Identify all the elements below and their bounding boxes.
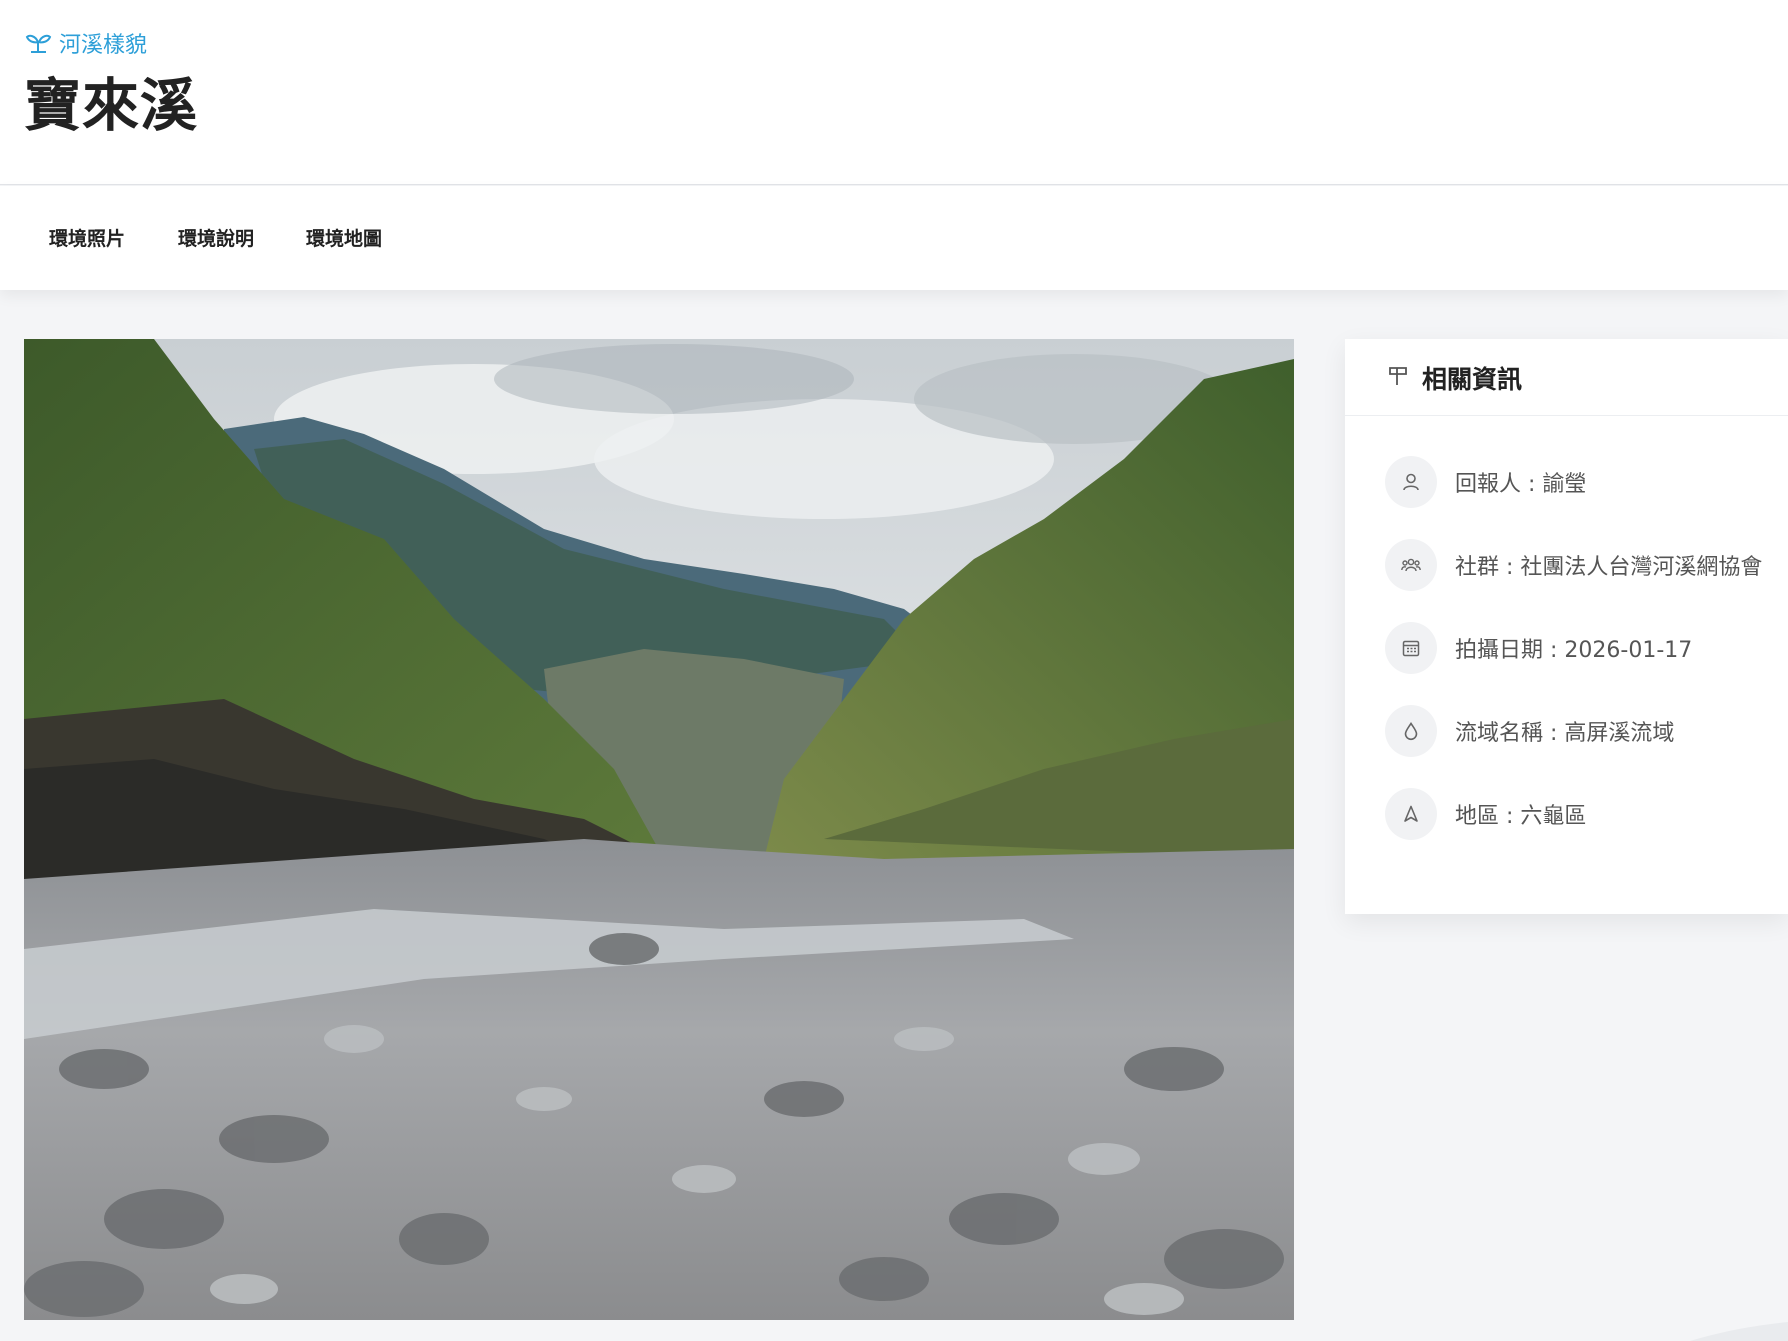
reporter-text: 回報人 : 諭瑩 (1455, 472, 1587, 497)
page-title: 寶來溪 (24, 73, 198, 139)
region-text: 地區 : 六龜區 (1455, 804, 1587, 829)
calendar-icon (1402, 640, 1420, 657)
community-text: 社群 : 社團法人台灣河溪網協會 (1455, 555, 1763, 580)
group-icon (1401, 558, 1421, 572)
region-row: 地區 : 六龜區 (1385, 788, 1586, 840)
info-panel-title: 相關資訊 (1422, 365, 1523, 394)
info-panel-header: 相關資訊 (1345, 339, 1788, 416)
river-photo (24, 339, 1294, 1320)
date-text: 拍攝日期 : 2026-01-17 (1455, 638, 1693, 663)
tab-photos[interactable]: 環境照片 (49, 224, 125, 251)
water-drop-icon (1404, 722, 1418, 741)
watershed-row: 流域名稱 : 高屏溪流域 (1385, 705, 1674, 757)
tab-map[interactable]: 環境地圖 (306, 224, 382, 251)
breadcrumb[interactable]: 河溪樣貌 (25, 27, 147, 59)
date-row: 拍攝日期 : 2026-01-17 (1385, 622, 1692, 674)
page-header: 河溪樣貌 寶來溪 (0, 0, 1788, 185)
tab-description[interactable]: 環境說明 (178, 224, 254, 251)
flag-icon (1389, 367, 1407, 385)
tab-bar: 環境照片 環境說明 環境地圖 (0, 186, 1788, 290)
page-curl-decoration (1690, 1322, 1788, 1341)
sprout-icon (25, 34, 52, 53)
location-arrow-icon (1404, 805, 1418, 822)
watershed-text: 流域名稱 : 高屏溪流域 (1455, 721, 1675, 746)
reporter-row: 回報人 : 諭瑩 (1385, 456, 1586, 508)
info-panel: 相關資訊 回報人 : 諭瑩 社群 : 社團法人台灣河溪網協會 拍攝日期: 20… (1345, 339, 1788, 914)
user-icon (1403, 473, 1419, 491)
community-row: 社群 : 社團法人台灣河溪網協會 (1385, 539, 1762, 591)
breadcrumb-label[interactable]: 河溪樣貌 (59, 27, 147, 59)
